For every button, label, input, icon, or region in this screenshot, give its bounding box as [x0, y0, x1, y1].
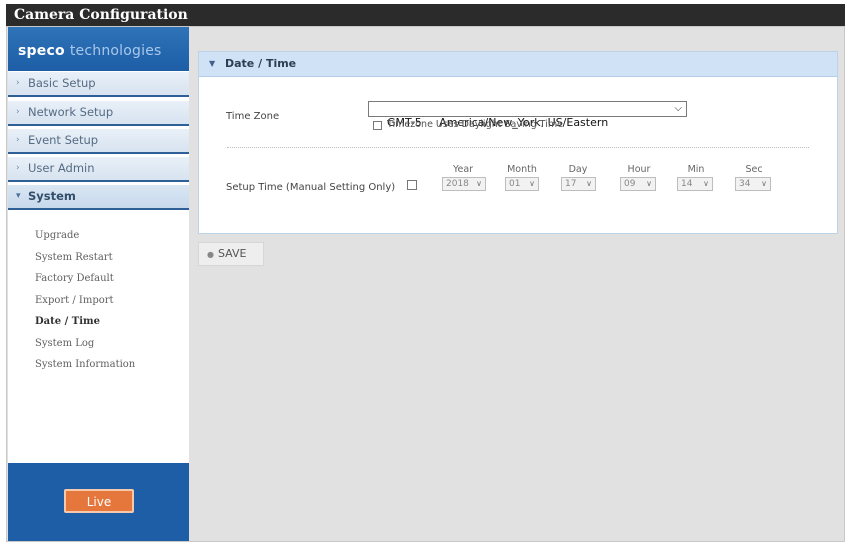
date-time-panel: ▼ Date / Time Time Zone GMT-5 America/Ne…: [198, 51, 838, 234]
sidebar-item-label: Network Setup: [28, 105, 114, 119]
submenu-item-upgrade[interactable]: Upgrade: [35, 225, 135, 247]
divider: [227, 147, 809, 148]
min-select[interactable]: 14 ∨: [677, 177, 713, 191]
sec-label: Sec: [745, 164, 763, 175]
chevron-right-icon: ›: [16, 107, 20, 117]
chevron-down-icon: ▾: [16, 191, 21, 201]
save-button[interactable]: ● SAVE: [198, 242, 264, 266]
sidebar-item-user-admin[interactable]: › User Admin: [8, 157, 189, 182]
time-zone-label: Time Zone: [226, 111, 280, 122]
sidebar-footer: Live: [8, 463, 189, 541]
submenu-item-system-log[interactable]: System Log: [35, 333, 135, 355]
month-select[interactable]: 01 ∨: [505, 177, 539, 191]
save-label: SAVE: [217, 247, 247, 260]
month-value: 01: [509, 179, 521, 189]
dst-label: Timezone Uses Daylight Saving Time: [387, 119, 563, 130]
sidebar-item-label: System: [28, 189, 76, 203]
submenu-item-date-time[interactable]: Date / Time: [35, 311, 135, 333]
time-zone-select[interactable]: GMT-5 America/New_York, US/Eastern ⌵: [368, 101, 687, 129]
sidebar-item-label: User Admin: [28, 161, 95, 175]
sidebar-item-system[interactable]: ▾ System: [8, 185, 189, 210]
day-select[interactable]: 17 ∨: [561, 177, 596, 191]
brand-logo: speco technologies: [8, 27, 189, 71]
chevron-down-icon: ∨: [586, 179, 592, 188]
chevron-right-icon: ›: [16, 78, 20, 88]
window-title: Camera Configuration: [6, 4, 845, 26]
min-value: 14: [681, 179, 693, 189]
hour-value: 09: [624, 179, 636, 189]
chevron-down-icon: ∨: [529, 179, 535, 188]
day-label: Day: [568, 164, 588, 175]
sidebar: speco technologies › Basic Setup › Netwo…: [8, 27, 189, 541]
hour-label: Hour: [627, 164, 651, 175]
submenu-item-system-restart[interactable]: System Restart: [35, 247, 135, 269]
hour-select[interactable]: 09 ∨: [620, 177, 656, 191]
submenu-item-export-import[interactable]: Export / Import: [35, 290, 135, 312]
chevron-right-icon: ›: [16, 163, 20, 173]
sidebar-item-basic-setup[interactable]: › Basic Setup: [8, 72, 189, 97]
setup-time-checkbox[interactable]: [407, 180, 417, 190]
min-label: Min: [687, 164, 705, 175]
chevron-down-icon: ∨: [476, 179, 482, 188]
caret-down-icon: ▼: [209, 59, 216, 68]
month-label: Month: [507, 164, 537, 175]
chevron-right-icon: ›: [16, 135, 20, 145]
day-value: 17: [565, 179, 577, 189]
panel-header[interactable]: ▼ Date / Time: [199, 52, 837, 77]
sidebar-item-label: Basic Setup: [28, 76, 96, 90]
year-value: 2018: [446, 179, 469, 189]
setup-time-label: Setup Time (Manual Setting Only): [226, 182, 396, 193]
chevron-down-icon: ∨: [646, 179, 652, 188]
bullet-icon: ●: [207, 250, 214, 259]
submenu-item-system-information[interactable]: System Information: [35, 354, 135, 376]
sidebar-item-event-setup[interactable]: › Event Setup: [8, 129, 189, 154]
panel-title: Date / Time: [225, 57, 297, 70]
system-submenu: Upgrade System Restart Factory Default E…: [35, 225, 135, 376]
sec-value: 34: [739, 179, 751, 189]
brand-name: speco technologies: [18, 43, 162, 59]
year-label: Year: [452, 164, 474, 175]
dst-checkbox[interactable]: [373, 121, 382, 130]
sidebar-item-network-setup[interactable]: › Network Setup: [8, 101, 189, 126]
chevron-down-icon: ∨: [703, 179, 709, 188]
chevron-down-icon: ∨: [761, 179, 767, 188]
year-select[interactable]: 2018 ∨: [442, 177, 486, 191]
sec-select[interactable]: 34 ∨: [735, 177, 771, 191]
chevron-down-icon: ⌵: [674, 103, 682, 114]
submenu-item-factory-default[interactable]: Factory Default: [35, 268, 135, 290]
sidebar-item-label: Event Setup: [28, 133, 99, 147]
live-button[interactable]: Live: [64, 489, 134, 513]
